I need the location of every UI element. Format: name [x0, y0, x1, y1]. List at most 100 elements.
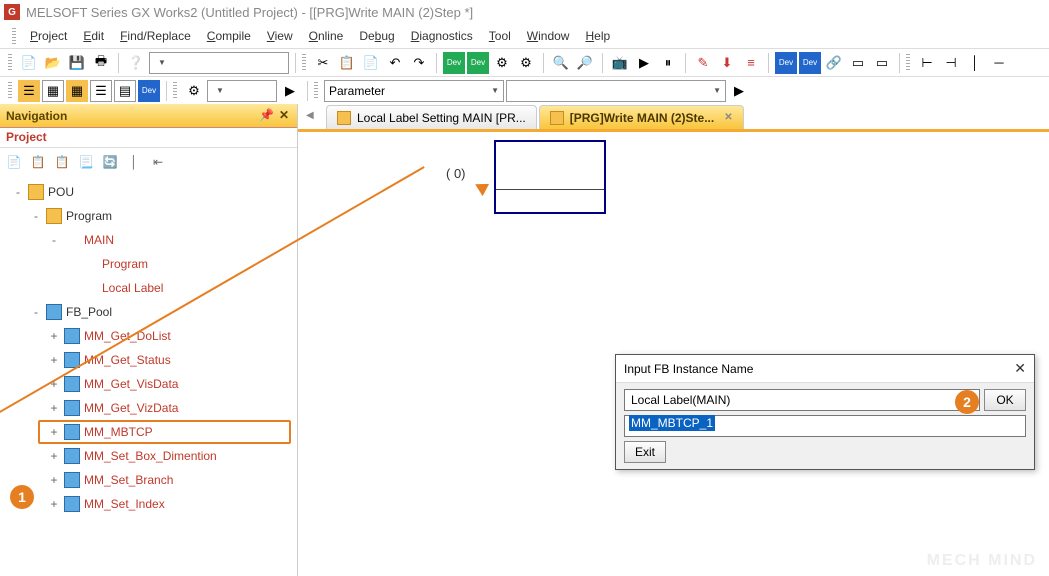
- redo-icon[interactable]: ↷: [408, 52, 430, 74]
- paste-icon[interactable]: 📄: [360, 52, 382, 74]
- verify-icon[interactable]: ≡: [740, 52, 762, 74]
- copy-icon[interactable]: 📋: [28, 152, 48, 172]
- close-icon[interactable]: ✕: [724, 112, 732, 123]
- dev-icon[interactable]: Dev: [799, 52, 821, 74]
- expand-icon[interactable]: +: [48, 377, 60, 391]
- exit-button[interactable]: Exit: [624, 441, 666, 463]
- monitor-icon[interactable]: ▶: [633, 52, 655, 74]
- link-icon[interactable]: 🔗: [823, 52, 845, 74]
- dev-icon[interactable]: Dev: [467, 52, 489, 74]
- prop-icon[interactable]: 📃: [76, 152, 96, 172]
- menu-diag[interactable]: Diagnostics: [405, 27, 479, 45]
- ok-button[interactable]: OK: [984, 389, 1026, 411]
- close-icon[interactable]: ✕: [277, 109, 291, 123]
- monitor-icon[interactable]: ⏸: [657, 52, 679, 74]
- save-icon[interactable]: 💾: [66, 52, 88, 74]
- ladder-icon[interactable]: ─: [988, 52, 1010, 74]
- block-icon[interactable]: ▤: [114, 80, 136, 102]
- ladder-icon[interactable]: ⊢: [916, 52, 938, 74]
- expand-icon[interactable]: -: [30, 305, 42, 319]
- tree-item-program[interactable]: -Program: [0, 204, 297, 228]
- menu-window[interactable]: Window: [521, 27, 576, 45]
- dev-icon[interactable]: Dev: [443, 52, 465, 74]
- expand-icon[interactable]: +: [48, 329, 60, 343]
- scope-combo[interactable]: ▼: [207, 80, 277, 102]
- help-icon[interactable]: ❔: [125, 52, 147, 74]
- pin-icon[interactable]: 📌: [259, 109, 273, 123]
- dialog-title-bar[interactable]: Input FB Instance Name ✕: [616, 355, 1034, 383]
- menu-project[interactable]: Project: [24, 27, 73, 45]
- menu-online[interactable]: Online: [303, 27, 350, 45]
- monitor-icon[interactable]: 📺: [609, 52, 631, 74]
- module-icon[interactable]: ▭: [871, 52, 893, 74]
- write-icon[interactable]: ✎: [692, 52, 714, 74]
- undo-icon[interactable]: ↶: [384, 52, 406, 74]
- tab--prg-write-main-2-ste-[interactable]: [PRG]Write MAIN (2)Ste...✕: [539, 105, 744, 129]
- menu-debug[interactable]: Debug: [353, 27, 400, 45]
- ladder-icon[interactable]: │: [964, 52, 986, 74]
- param-combo[interactable]: Parameter▼: [324, 80, 504, 102]
- tree-item-mm-set-box-dimention[interactable]: +MM_Set_Box_Dimention: [0, 444, 297, 468]
- expand-icon[interactable]: -: [48, 233, 60, 247]
- param-icon[interactable]: ⚙: [183, 80, 205, 102]
- block-icon[interactable]: ☰: [90, 80, 112, 102]
- menu-view[interactable]: View: [261, 27, 299, 45]
- param-combo-2[interactable]: ▼: [506, 80, 726, 102]
- menu-tool[interactable]: Tool: [483, 27, 517, 45]
- tab-local-label-setting-main-pr-[interactable]: Local Label Setting MAIN [PR...: [326, 105, 537, 129]
- tree-item-mm-get-dolist[interactable]: +MM_Get_DoList: [0, 324, 297, 348]
- ladder-icon[interactable]: ⊣: [940, 52, 962, 74]
- paste-icon[interactable]: 📋: [52, 152, 72, 172]
- menu-compile[interactable]: Compile: [201, 27, 257, 45]
- cut-icon[interactable]: ✂: [312, 52, 334, 74]
- tree-item-mm-set-index[interactable]: +MM_Set_Index: [0, 492, 297, 516]
- go-icon[interactable]: ▶: [279, 80, 301, 102]
- tree-item-mm-set-branch[interactable]: +MM_Set_Branch: [0, 468, 297, 492]
- expand-icon[interactable]: -: [30, 209, 42, 223]
- tree-item-mm-get-vizdata[interactable]: +MM_Get_VizData: [0, 396, 297, 420]
- dev-icon[interactable]: Dev: [775, 52, 797, 74]
- new-icon[interactable]: 📄: [4, 152, 24, 172]
- zoom-out-icon[interactable]: 🔎: [574, 52, 596, 74]
- expand-icon[interactable]: +: [48, 353, 60, 367]
- copy-icon[interactable]: 📋: [336, 52, 358, 74]
- print-icon[interactable]: 🖶: [90, 52, 112, 74]
- refresh-icon[interactable]: 🔄: [100, 152, 120, 172]
- scope-select[interactable]: Local Label(MAIN) ▼: [624, 389, 980, 411]
- expand-icon[interactable]: +: [48, 449, 60, 463]
- tree-item-main[interactable]: -MAIN: [0, 228, 297, 252]
- compile-icon[interactable]: ⚙: [515, 52, 537, 74]
- zoom-in-icon[interactable]: 🔍: [550, 52, 572, 74]
- go-icon[interactable]: ▶: [728, 80, 750, 102]
- tree-item-fb-pool[interactable]: -FB_Pool: [0, 300, 297, 324]
- expand-icon[interactable]: +: [48, 473, 60, 487]
- project-tree[interactable]: -POU-Program-MAINProgramLocal Label-FB_P…: [0, 176, 297, 576]
- nav-icon[interactable]: ☰: [18, 80, 40, 102]
- instance-name-input[interactable]: MM_MBTCP_1: [624, 415, 1026, 437]
- block-icon[interactable]: ▦: [42, 80, 64, 102]
- fb-drop-target[interactable]: [494, 140, 606, 214]
- help-combo[interactable]: ▼: [149, 52, 289, 74]
- expand-icon[interactable]: +: [48, 401, 60, 415]
- dev-icon[interactable]: Dev: [138, 80, 160, 102]
- compile-icon[interactable]: ⚙: [491, 52, 513, 74]
- new-icon[interactable]: 📄: [18, 52, 40, 74]
- tree-item-program[interactable]: Program: [0, 252, 297, 276]
- expand-icon[interactable]: +: [48, 497, 60, 511]
- menu-find[interactable]: Find/Replace: [114, 27, 197, 45]
- open-icon[interactable]: 📂: [42, 52, 64, 74]
- collapse-icon[interactable]: ⇤: [148, 152, 168, 172]
- expand-icon[interactable]: -: [12, 185, 24, 199]
- tree-item-mm-mbtcp[interactable]: +MM_MBTCP: [0, 420, 297, 444]
- module-icon[interactable]: ▭: [847, 52, 869, 74]
- expand-icon[interactable]: +: [48, 425, 60, 439]
- tree-item-local-label[interactable]: Local Label: [0, 276, 297, 300]
- tree-item-pou[interactable]: -POU: [0, 180, 297, 204]
- read-icon[interactable]: ⬇: [716, 52, 738, 74]
- close-icon[interactable]: ✕: [1014, 360, 1026, 377]
- menu-edit[interactable]: Edit: [77, 27, 110, 45]
- menu-help[interactable]: Help: [579, 27, 616, 45]
- block-icon[interactable]: ▦: [66, 80, 88, 102]
- tree-item-mm-get-visdata[interactable]: +MM_Get_VisData: [0, 372, 297, 396]
- tree-item-mm-get-status[interactable]: +MM_Get_Status: [0, 348, 297, 372]
